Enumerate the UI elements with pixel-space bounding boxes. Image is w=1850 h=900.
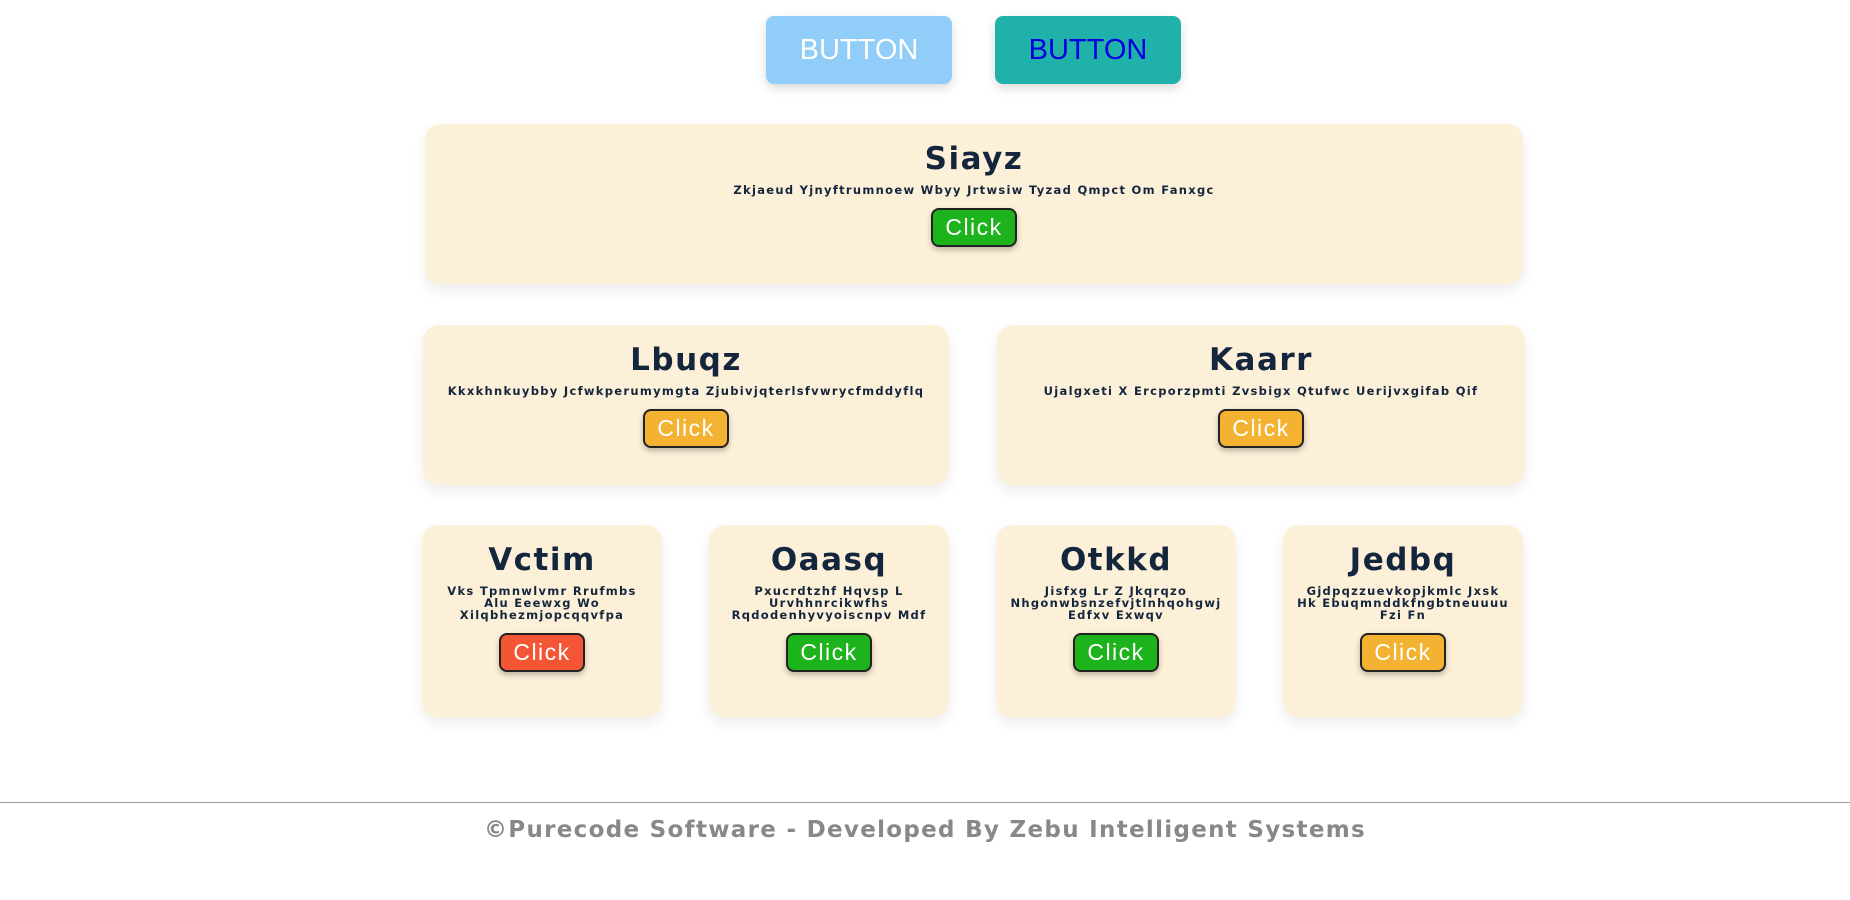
card-vctim: Vctim Vks Tpmnwlvmr Rrufmbs Alu Eeewxg W… — [422, 525, 662, 717]
card-description: Gjdpqzzuevkopjkmlc Jxsk Hk Ebuqmnddkfngb… — [1297, 584, 1509, 622]
card-title: Vctim — [488, 542, 596, 578]
card-otkkd: Otkkd Jisfxg Lr Z Jkqrqzo Nhgonwbsnzefvj… — [996, 525, 1236, 717]
card-siayz: Siayz Zkjaeud Yjnyftrumnoew Wbyy Jrtwsiw… — [425, 124, 1523, 284]
card-title: Otkkd — [1059, 542, 1173, 578]
card-description: Ujalgxeti X Ercporzpmti Zvsbigx Qtufwc U… — [1043, 384, 1479, 398]
card-click-button[interactable]: Click — [1360, 633, 1446, 672]
card-kaarr: Kaarr Ujalgxeti X Ercporzpmti Zvsbigx Qt… — [997, 325, 1525, 485]
card-lbuqz: Lbuqz Kkxkhnkuybby Jcfwkperumymgta Zjubi… — [423, 325, 949, 485]
light-blue-button[interactable]: BUTTON — [766, 16, 952, 84]
card-title: Jedbq — [1349, 542, 1457, 578]
card-title: Lbuqz — [630, 342, 742, 378]
card-description: Kkxkhnkuybby Jcfwkperumymgta Zjubivjqter… — [447, 384, 925, 398]
card-title: Oaasq — [770, 542, 888, 578]
card-click-button[interactable]: Click — [499, 633, 585, 672]
card-title: Siayz — [924, 141, 1024, 177]
footer-divider — [0, 802, 1850, 803]
card-description: Zkjaeud Yjnyftrumnoew Wbyy Jrtwsiw Tyzad… — [733, 183, 1215, 197]
card-description: Vks Tpmnwlvmr Rrufmbs Alu Eeewxg Wo Xilq… — [447, 584, 637, 622]
card-oaasq: Oaasq Pxucrdtzhf Hqvsp L Urvhhnrcikwfhs … — [709, 525, 949, 717]
card-jedbq: Jedbq Gjdpqzzuevkopjkmlc Jxsk Hk Ebuqmnd… — [1283, 525, 1523, 717]
footer-copyright: ©Purecode Software - Developed By Zebu I… — [484, 817, 1366, 843]
top-button-group: BUTTON BUTTON — [766, 16, 1181, 84]
card-click-button[interactable]: Click — [786, 633, 872, 672]
card-click-button[interactable]: Click — [1073, 633, 1159, 672]
card-click-button[interactable]: Click — [931, 208, 1017, 247]
card-description: Jisfxg Lr Z Jkqrqzo Nhgonwbsnzefvjtlnhqo… — [1010, 584, 1222, 622]
card-title: Kaarr — [1209, 342, 1313, 378]
card-click-button[interactable]: Click — [1218, 409, 1304, 448]
teal-button[interactable]: BUTTON — [995, 16, 1181, 84]
card-description: Pxucrdtzhf Hqvsp L Urvhhnrcikwfhs Rqdode… — [731, 584, 927, 622]
card-click-button[interactable]: Click — [643, 409, 729, 448]
